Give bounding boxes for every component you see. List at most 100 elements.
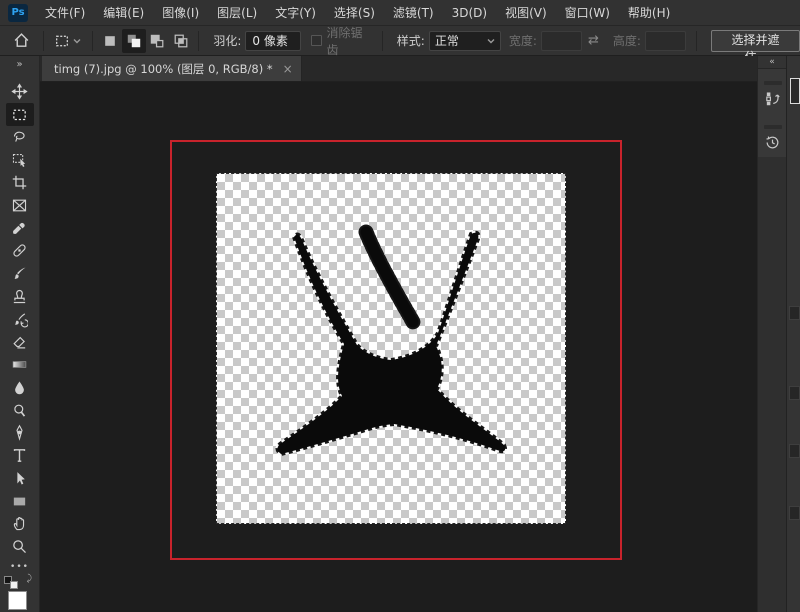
foreground-background-colors[interactable] <box>5 589 35 612</box>
subtract-from-selection-icon <box>149 33 165 49</box>
add-to-selection-mode-button[interactable] <box>122 29 145 53</box>
menu-file[interactable]: 文件(F) <box>36 0 94 26</box>
intersect-selection-mode-button[interactable] <box>169 29 192 53</box>
gradient-tool-button[interactable] <box>6 353 34 376</box>
marquee-preset-icon <box>54 33 70 49</box>
foreground-color-swatch[interactable] <box>8 591 27 610</box>
swap-width-height-icon[interactable]: ⇄ <box>588 33 599 48</box>
eyedropper-icon <box>11 219 28 236</box>
pen-tool-button[interactable] <box>6 421 34 444</box>
clipped-panel-fragment <box>789 444 800 458</box>
intersect-selection-icon <box>173 33 189 49</box>
blur-tool-button[interactable] <box>6 376 34 399</box>
separator <box>696 31 697 51</box>
menu-filter[interactable]: 滤镜(T) <box>384 0 443 26</box>
collapse-dock-icon[interactable]: « <box>758 56 786 69</box>
history-brush-tool-button[interactable] <box>6 308 34 331</box>
chevron-down-icon <box>73 38 81 44</box>
style-value: 正常 <box>435 32 459 49</box>
move-tool-button[interactable] <box>6 80 34 103</box>
stamp-icon <box>11 288 28 305</box>
swap-colors-icon[interactable]: ⤸ <box>27 574 32 584</box>
eyedropper-tool-button[interactable] <box>6 217 34 240</box>
bandage-icon <box>11 242 28 259</box>
rectangle-shape-tool-button[interactable] <box>6 490 34 513</box>
width-input[interactable] <box>541 31 582 51</box>
new-selection-icon <box>103 34 117 48</box>
mini-background-swatch <box>10 581 18 589</box>
style-dropdown[interactable]: 正常 <box>429 31 501 51</box>
lasso-tool-button[interactable] <box>6 126 34 149</box>
quick-selection-tool-button[interactable] <box>6 148 34 171</box>
document-tab[interactable]: timg (7).jpg @ 100% (图层 0, RGB/8) * × <box>42 56 302 81</box>
eraser-tool-button[interactable] <box>6 330 34 353</box>
transparent-image-layer[interactable] <box>216 173 566 524</box>
menu-help[interactable]: 帮助(H) <box>619 0 679 26</box>
canvas-area[interactable] <box>40 82 757 612</box>
water-drop-icon <box>11 379 28 396</box>
lasso-icon <box>11 128 28 145</box>
subtract-from-selection-mode-button[interactable] <box>146 29 169 53</box>
spot-healing-brush-tool-button[interactable] <box>6 239 34 262</box>
dodge-tool-button[interactable] <box>6 399 34 422</box>
tool-preset-button[interactable] <box>50 29 86 53</box>
menu-edit[interactable]: 编辑(E) <box>94 0 153 26</box>
feather-input[interactable]: 0 像素 <box>245 31 301 51</box>
add-to-selection-icon <box>126 33 142 49</box>
rectangle-icon <box>11 493 28 510</box>
menu-view[interactable]: 视图(V) <box>496 0 556 26</box>
clipped-panel-fragment <box>789 506 800 520</box>
separator <box>382 31 383 51</box>
photoshop-window: Ps 文件(F) 编辑(E) 图像(I) 图层(L) 文字(Y) 选择(S) 滤… <box>0 0 800 612</box>
clone-stamp-tool-button[interactable] <box>6 285 34 308</box>
type-icon <box>11 447 28 464</box>
hand-tool-button[interactable] <box>6 513 34 536</box>
panel-label-clipped <box>764 125 782 129</box>
black-stroke-mark <box>366 232 413 322</box>
home-button[interactable] <box>6 29 37 53</box>
expand-tools-icon[interactable]: » <box>0 58 39 72</box>
history-panel-button[interactable] <box>758 113 787 157</box>
document-tab-title: timg (7).jpg @ 100% (图层 0, RGB/8) * <box>54 61 273 77</box>
quick-selection-icon <box>11 151 28 168</box>
clipped-panel-strip <box>786 56 800 612</box>
anti-alias-checkbox[interactable] <box>311 35 321 46</box>
edit-toolbar-ellipsis[interactable]: ••• <box>10 562 29 572</box>
default-colors-control[interactable]: ⤸ <box>4 576 26 589</box>
path-selection-tool-button[interactable] <box>6 467 34 490</box>
separator <box>92 31 93 51</box>
zoom-tool-button[interactable] <box>6 535 34 558</box>
document-tab-bar: timg (7).jpg @ 100% (图层 0, RGB/8) * × <box>40 56 757 82</box>
brush-icon <box>11 265 28 282</box>
panel-label-clipped <box>764 81 782 85</box>
tools-panel: » <box>0 56 40 612</box>
menu-3d[interactable]: 3D(D) <box>443 0 496 26</box>
menu-image[interactable]: 图像(I) <box>153 0 208 26</box>
height-label: 高度: <box>613 32 641 49</box>
style-label: 样式: <box>397 32 425 49</box>
menu-type[interactable]: 文字(Y) <box>266 0 325 26</box>
feather-label: 羽化: <box>213 32 241 49</box>
dodge-icon <box>11 402 28 419</box>
rectangular-marquee-icon <box>11 106 28 123</box>
menu-select[interactable]: 选择(S) <box>325 0 384 26</box>
brush-tool-button[interactable] <box>6 262 34 285</box>
right-panel-dock: « <box>757 56 786 612</box>
height-input[interactable] <box>645 31 686 51</box>
clipped-panel-thumbnail <box>790 78 800 104</box>
history-states-panel-button[interactable] <box>758 69 787 113</box>
frame-icon <box>11 197 28 214</box>
photoshop-logo-icon: Ps <box>8 4 28 22</box>
frame-tool-button[interactable] <box>6 194 34 217</box>
close-tab-icon[interactable]: × <box>283 62 293 76</box>
clipped-panel-fragment <box>789 306 800 320</box>
width-label: 宽度: <box>509 32 537 49</box>
new-selection-mode-button[interactable] <box>99 29 122 53</box>
menu-window[interactable]: 窗口(W) <box>556 0 619 26</box>
crop-tool-button[interactable] <box>6 171 34 194</box>
rectangular-marquee-tool-button[interactable] <box>6 103 34 126</box>
select-and-mask-button[interactable]: 选择并遮住... <box>711 30 800 52</box>
type-tool-button[interactable] <box>6 444 34 467</box>
menu-layer[interactable]: 图层(L) <box>208 0 266 26</box>
menu-bar: Ps 文件(F) 编辑(E) 图像(I) 图层(L) 文字(Y) 选择(S) 滤… <box>0 0 800 26</box>
